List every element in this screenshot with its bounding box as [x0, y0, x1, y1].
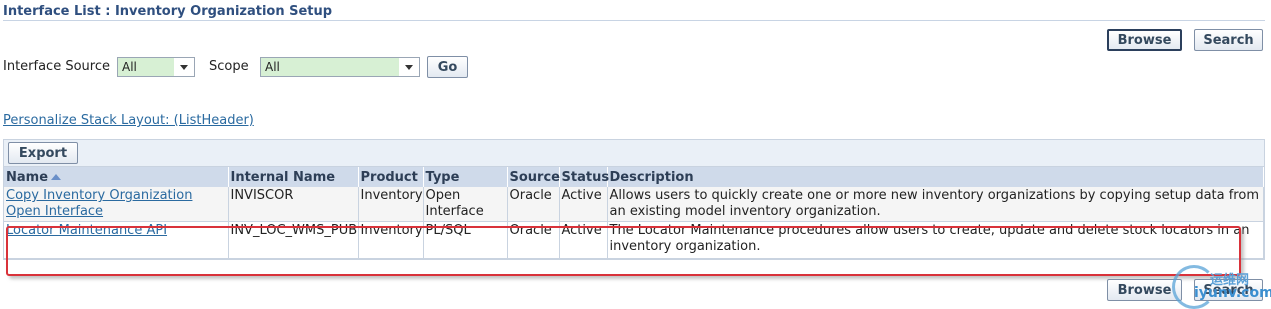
chevron-down-icon: [180, 65, 188, 70]
title-divider: [3, 20, 1265, 21]
column-header-product: Product: [358, 167, 424, 187]
product-cell: Inventory: [358, 187, 424, 222]
interface-source-value: All: [122, 60, 137, 74]
red-highlight-box: [6, 226, 1241, 276]
watermark-domain: iyunv.com: [1194, 285, 1271, 301]
personalize-stack-layout-link[interactable]: Personalize Stack Layout: (ListHeader): [3, 113, 254, 128]
type-cell: Open Interface: [423, 187, 508, 222]
browse-button[interactable]: Browse: [1107, 29, 1182, 51]
source-cell: Oracle: [507, 187, 560, 222]
column-header-description: Description: [607, 167, 1264, 187]
description-cell: Allows users to quickly create one or mo…: [607, 187, 1264, 222]
column-header-source: Source: [507, 167, 560, 187]
search-button[interactable]: Search: [1194, 29, 1263, 51]
go-button[interactable]: Go: [427, 56, 468, 78]
status-cell: Active: [559, 187, 608, 222]
table-toolbar: Export: [4, 140, 1264, 167]
export-button[interactable]: Export: [8, 142, 78, 164]
scope-value: All: [265, 60, 280, 74]
column-header-name[interactable]: Name: [4, 167, 229, 187]
page-title: Interface List : Inventory Organization …: [3, 4, 333, 19]
internal-name-cell: INVISCOR: [228, 187, 359, 222]
column-header-type: Type: [423, 167, 508, 187]
sort-ascending-icon[interactable]: [51, 174, 62, 180]
interface-source-label: Interface Source: [3, 59, 110, 74]
scope-select[interactable]: All: [260, 57, 420, 77]
column-header-status: Status: [559, 167, 609, 187]
interface-name-link[interactable]: Copy Inventory Organization Open Interfa…: [6, 188, 192, 219]
scope-label: Scope: [209, 59, 249, 74]
watermark-logo: 运维网 iyunv.com: [1172, 265, 1271, 309]
browse-button-bottom[interactable]: Browse: [1107, 279, 1182, 301]
table-row: Copy Inventory Organization Open Interfa…: [4, 187, 1264, 222]
interface-source-select[interactable]: All: [117, 57, 195, 77]
chevron-down-icon: [405, 65, 413, 70]
column-header-internal-name: Internal Name: [228, 167, 359, 187]
